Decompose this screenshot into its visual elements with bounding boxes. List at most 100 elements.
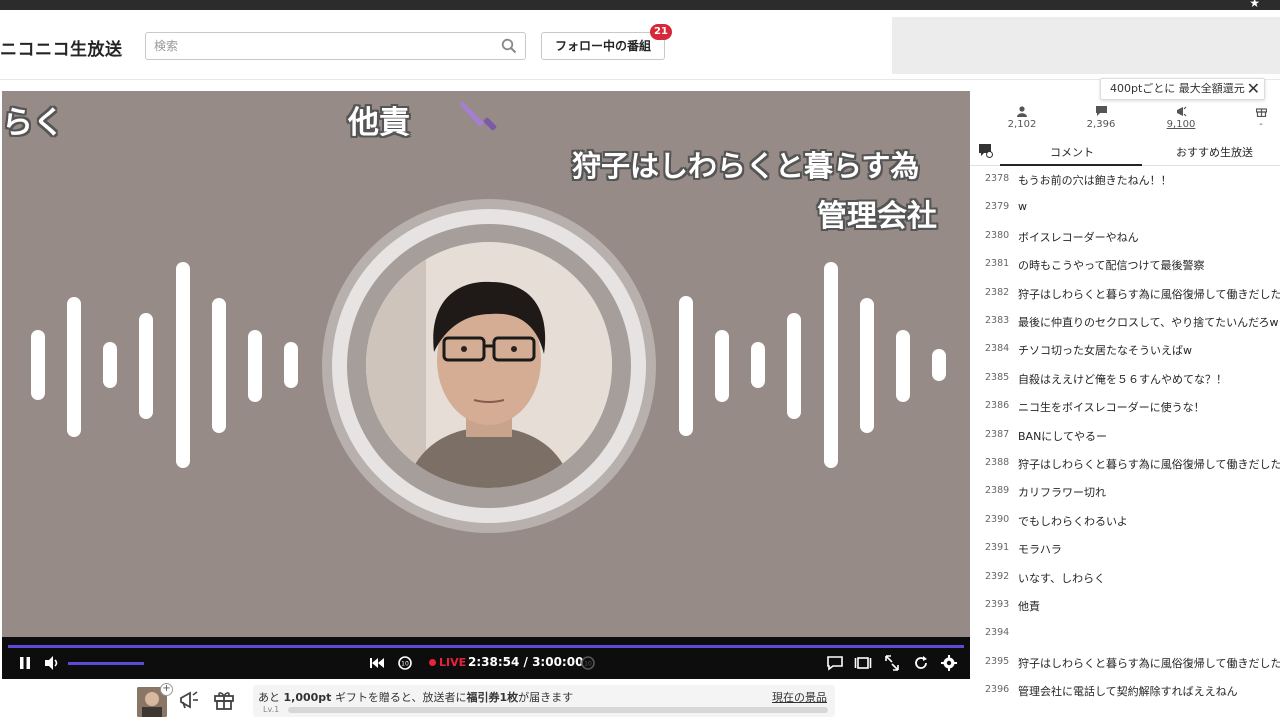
comment-row[interactable]: 2383 最後に仲直りのセクロスして、やり捨てたいんだろw [970,308,1280,336]
comment-row[interactable]: 2381 の時もこうやって配信つけて最後警察 [970,251,1280,279]
svg-text:10: 10 [401,661,409,668]
add-plus-icon[interactable]: + [160,683,173,696]
skip-back-icon[interactable] [368,655,386,671]
overlay-caption: らく [2,105,64,141]
comment-row[interactable]: 2378 もうお前の穴は飽きたねん！！ [970,166,1280,194]
comment-row[interactable]: 2391 モラハラ [970,535,1280,563]
comment-text: ニコ生をボイスレコーダーに使うな！ [1018,401,1205,415]
gift-small-icon [1255,108,1267,117]
gift-text-mid: ギフトを贈ると、放送者に [334,691,467,704]
volume-icon[interactable] [43,655,61,671]
comment-text: 管理会社に電話して契約解除すればええねん [1018,685,1238,699]
ad-banner[interactable] [892,17,1280,74]
visualizer-bar [248,330,262,402]
fullscreen-icon[interactable] [883,655,901,671]
search-input[interactable] [146,33,486,59]
visualizer-bar [715,330,729,402]
visualizer-bar [284,342,298,388]
tab-recommended[interactable]: おすすめ生放送 [1176,144,1253,160]
comment-row[interactable]: 2392 いなす、しわらく [970,564,1280,592]
comment-text: 狩子はしわらくと暮らす為に風俗復帰して働きだしたのに [1018,287,1280,301]
comment-number: 2381 [985,258,1010,270]
comment-row[interactable]: 2396 管理会社に電話して契約解除すればええねん [970,677,1280,705]
gift-progress-bar [288,707,828,713]
reload-icon[interactable] [912,655,930,671]
following-count-badge: 21 [650,24,672,40]
comment-number: 2390 [985,513,1010,525]
comment-text: 自殺はええけど俺を５６すんやめてな？！ [1018,372,1227,386]
comment-row[interactable]: 2380 ボイスレコーダーやねん [970,223,1280,251]
overlay-caption: 狩子はしわらくと暮らす為 [572,149,920,183]
visualizer-bar [751,342,765,388]
ad-points[interactable]: 9,100 [1151,106,1211,130]
playback-time: 2:38:54 / 3:00:00 [468,655,584,669]
comment-number: 2395 [985,655,1010,667]
visualizer-bar [67,297,81,437]
gift-text-prefix: あと [258,691,280,704]
comment-text: モラハラ [1018,543,1062,557]
theater-mode-icon[interactable] [854,655,872,671]
comment-row[interactable]: 2386 ニコ生をボイスレコーダーに使うな！ [970,393,1280,421]
comment-text: もうお前の穴は飽きたねん！！ [1018,174,1172,187]
gift-text-suffix: が届きます [518,691,574,704]
close-icon[interactable]: ✕ [1247,79,1260,99]
comment-text: チソコ切った女居たなそういえばw [1018,344,1192,358]
comment-toggle-icon[interactable] [826,655,844,671]
comment-row[interactable]: 2384 チソコ切った女居たなそういえばw [970,336,1280,364]
visualizer-bar [824,262,838,468]
video-area[interactable]: らく 他責 狩子はしわらくと暮らす為 管理会社 [2,91,970,637]
comment-row[interactable]: 2385 自殺はええけど俺を５６すんやめてな？！ [970,365,1280,393]
knife-icon [460,101,497,131]
comment-settings-icon[interactable] [979,144,993,158]
svg-text:10: 10 [584,661,592,668]
visualizer-bar [679,296,693,436]
comment-number: 2393 [985,599,1010,610]
comment-number: 2394 [985,627,1010,639]
comment-number: 2387 [985,428,1010,440]
comment-number: 2396 [985,684,1010,696]
forward-10-icon[interactable]: 10 [579,655,597,671]
comment-number: 2391 [985,542,1010,554]
comment-row[interactable]: 2390 でもしわらくわるいよ [970,507,1280,535]
niconico-live-logo[interactable]: ニコニコ生放送 [0,35,123,60]
bookmark-star-icon[interactable]: ★ [1249,0,1260,10]
search-icon[interactable] [501,38,517,54]
ad-points-value[interactable]: 9,100 [1167,119,1196,130]
comment-row[interactable]: 2388 狩子はしわらくと暮らす為に風俗復帰して働きだしたのに [970,450,1280,478]
comment-list[interactable]: 2378 もうお前の穴は飽きたねん！！ 2379 w 2380 ボイスレコーダーやねん 23… [970,166,1280,720]
video-player[interactable]: らく 他責 狩子はしわらくと暮らす為 管理会社 10 LIVE 2:38:54 … [2,91,970,679]
seek-bar[interactable] [8,645,964,648]
settings-gear-icon[interactable] [940,655,958,671]
overlay-caption: 管理会社 [817,199,937,234]
comment-row[interactable]: 2382 狩子はしわらくと暮らす為に風俗復帰して働きだしたのに [970,280,1280,308]
comment-row[interactable]: 2387 BANにしてやるー [970,422,1280,450]
comment-number: 2388 [985,457,1010,468]
advertise-megaphone-icon[interactable] [178,689,200,711]
tab-comments[interactable]: コメント [1050,144,1094,160]
comment-row[interactable]: 2393 他責 [970,592,1280,620]
comment-number: 2382 [985,286,1010,298]
viewer-count-value: 2,102 [1007,119,1037,130]
pause-icon[interactable] [16,655,34,671]
sidebar-tabs: コメント おすすめ生放送 [970,138,1280,166]
comment-row[interactable]: 2379 w [970,194,1280,222]
tooltip-text: 400ptごとに 最大全額還元 [1110,82,1245,95]
comment-row[interactable]: 2394 [970,620,1280,648]
comment-text: いなす、しわらく [1018,571,1106,585]
gift-icon[interactable] [213,689,235,711]
comment-text: 最後に仲直りのセクロスして、やり捨てたいんだろw [1018,316,1279,329]
visualizer-bar [896,330,910,402]
comment-number: 2392 [985,570,1010,582]
volume-slider[interactable] [68,662,144,665]
search-box[interactable] [145,32,526,60]
comment-row[interactable]: 2395 狩子はしわらくと暮らす為に風俗復帰して働きだしたのに [970,649,1280,677]
comment-text: の時もこうやって配信つけて最後警察 [1018,259,1205,273]
comment-row[interactable]: 2389 カリフラワー切れ [970,478,1280,506]
gift-points[interactable]: - [1231,106,1280,130]
following-programs-button[interactable]: フォロー中の番組 21 [541,24,672,60]
live-indicator-dot [429,659,436,666]
megaphone-icon [1176,106,1186,117]
rewind-10-icon[interactable]: 10 [396,655,414,671]
current-prizes-link[interactable]: 現在の景品 [772,689,827,705]
following-programs-label: フォロー中の番組 [554,39,651,53]
